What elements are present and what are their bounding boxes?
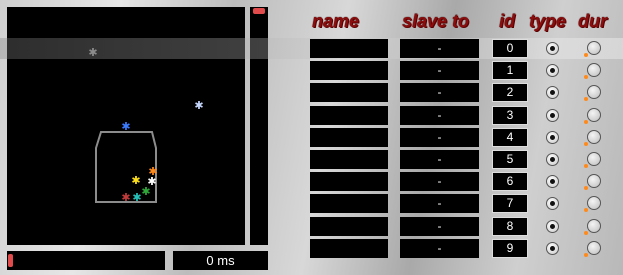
radio-dot-icon [550,157,555,162]
duration-marker-icon [584,186,588,191]
name-field[interactable] [310,172,388,192]
duration-marker-icon [584,53,588,57]
id-field: 2 [492,83,528,103]
radio-dot-icon [550,201,555,207]
header-dur: dur [578,11,607,31]
header-type: type [529,11,567,31]
name-field[interactable] [310,105,388,125]
duration-marker-icon [584,252,588,257]
source-row[interactable]: -5 [0,149,623,170]
duration-button[interactable] [587,129,601,144]
name-field[interactable] [310,216,388,236]
radio-dot-icon [550,68,555,74]
name-field[interactable] [310,61,388,81]
source-row[interactable]: -9 [0,238,623,259]
source-row[interactable]: -2 [0,82,623,103]
radio-dot-icon [550,245,555,251]
duration-marker-icon [584,141,588,146]
slave-to-field[interactable]: - [400,105,479,125]
radio-dot-icon [550,223,555,229]
slave-to-field[interactable]: - [400,216,479,236]
source-row[interactable]: -6 [0,171,623,192]
type-radio-button[interactable] [546,241,559,255]
duration-button[interactable] [587,174,601,189]
source-row[interactable]: -4 [0,127,623,148]
radio-dot-icon [550,112,555,118]
source-row[interactable]: -1 [0,60,623,81]
duration-button[interactable] [587,240,601,255]
name-field[interactable] [310,83,388,103]
id-field: 0 [492,39,528,58]
radio-dot-icon [550,134,555,140]
name-field[interactable] [310,238,388,258]
slave-to-field[interactable]: - [400,194,479,214]
duration-button[interactable] [587,85,601,100]
duration-button[interactable] [587,63,601,78]
type-radio-button[interactable] [546,64,559,78]
duration-button[interactable] [587,41,601,55]
header-id: id [499,11,515,31]
id-field: 6 [492,172,528,192]
radio-dot-icon [550,90,555,96]
source-row[interactable]: -8 [0,216,623,237]
type-radio-button[interactable] [546,153,559,166]
source-row[interactable]: -3 [0,105,623,126]
slave-to-field[interactable]: - [400,238,479,258]
slave-to-field[interactable]: - [400,61,479,81]
id-field: 3 [492,105,528,125]
source-row[interactable]: -7 [0,193,623,214]
duration-marker-icon [584,119,588,124]
type-radio-button[interactable] [546,108,559,122]
id-field: 4 [492,127,528,147]
duration-marker-icon [584,75,588,80]
vertical-level-knob[interactable] [253,8,265,14]
slave-to-field[interactable]: - [400,172,479,192]
header-name: name [312,11,360,31]
duration-marker-icon [584,230,588,235]
radio-dot-icon [550,179,555,185]
duration-marker-icon [584,97,588,102]
name-field[interactable] [310,150,388,169]
slave-to-field[interactable]: - [400,39,479,58]
id-field: 7 [492,194,528,214]
duration-marker-icon [584,164,588,168]
duration-button[interactable] [587,152,601,166]
slave-to-field[interactable]: - [400,150,479,169]
name-field[interactable] [310,127,388,147]
type-radio-button[interactable] [546,197,559,211]
source-row[interactable]: -0 [0,38,623,59]
name-field[interactable] [310,39,388,58]
id-field: 5 [492,150,528,169]
name-field[interactable] [310,194,388,214]
slave-to-field[interactable]: - [400,127,479,147]
duration-button[interactable] [587,107,601,122]
duration-button[interactable] [587,218,601,233]
radio-dot-icon [550,46,555,51]
type-radio-button[interactable] [546,175,559,189]
duration-marker-icon [584,208,588,213]
id-field: 8 [492,216,528,236]
type-radio-button[interactable] [546,42,559,55]
slave-to-field[interactable]: - [400,83,479,103]
type-radio-button[interactable] [546,219,559,233]
type-radio-button[interactable] [546,130,559,144]
duration-button[interactable] [587,196,601,211]
header-slave-to: slave to [402,11,470,31]
type-radio-button[interactable] [546,86,559,100]
id-field: 1 [492,61,528,81]
id-field: 9 [492,238,528,258]
